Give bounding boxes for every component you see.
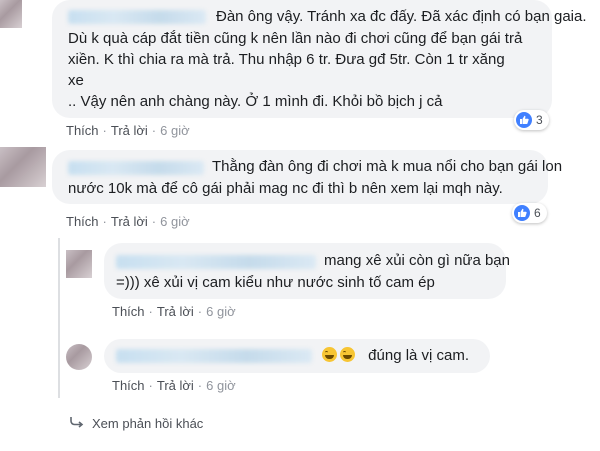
reply-actions: Thích · Trả lời · 6 giờ <box>112 304 236 319</box>
comment-bubble: Thằng đàn ông đi chơi mà k mua nổi cho b… <box>52 150 562 204</box>
reaction-count[interactable]: 3 <box>514 110 549 130</box>
timestamp[interactable]: 6 giờ <box>206 378 236 393</box>
reply-link[interactable]: Trả lời <box>111 123 148 138</box>
timestamp[interactable]: 6 giờ <box>160 214 190 229</box>
comment-text-line: Đàn ông vậy. Tránh xa đc đấy. Đã xác địn… <box>216 8 587 25</box>
reply-bubble: mang xê xủi còn gì nữa bạn =))) xê xủi v… <box>104 243 510 299</box>
comment-actions: Thích · Trả lời · 6 giờ <box>66 123 190 138</box>
reply-link[interactable]: Trả lời <box>157 378 194 393</box>
more-replies-link[interactable]: Xem phản hồi khác <box>70 416 203 431</box>
comment-text-line: Dù k quà cáp đắt tiền cũng k nên lần nào… <box>68 30 523 47</box>
reply-actions: Thích · Trả lời · 6 giờ <box>112 378 236 393</box>
commenter-name[interactable] <box>68 161 204 175</box>
commenter-name[interactable] <box>116 255 316 269</box>
reply-text-line: đúng là vị cam. <box>322 346 469 366</box>
comment-text-line: nước 10k mà để cô gái phải mag nc đi thì… <box>68 180 503 197</box>
reaction-number: 6 <box>534 206 541 220</box>
like-link[interactable]: Thích <box>66 123 99 138</box>
timestamp[interactable]: 6 giờ <box>160 123 190 138</box>
reply-link[interactable]: Trả lời <box>157 304 194 319</box>
timestamp[interactable]: 6 giờ <box>206 304 236 319</box>
reaction-count[interactable]: 6 <box>512 203 547 223</box>
comment-text-line: xe <box>68 72 84 89</box>
avatar[interactable] <box>66 344 92 370</box>
comment-text-line: Thằng đàn ông đi chơi mà k mua nổi cho b… <box>212 158 563 175</box>
comment-text-line: xiền. K thì chia ra mà trả. Thu nhập 6 t… <box>68 51 505 68</box>
avatar[interactable] <box>66 250 92 278</box>
thumbs-up-icon <box>516 112 532 128</box>
reply-arrow-icon <box>70 416 84 431</box>
comment-text-line: .. Vậy nên anh chàng này. Ở 1 mình đi. K… <box>68 93 443 110</box>
reply-link[interactable]: Trả lời <box>111 214 148 229</box>
like-link[interactable]: Thích <box>66 214 99 229</box>
reaction-number: 3 <box>536 113 543 127</box>
laughing-emoji-icon <box>322 347 337 362</box>
avatar[interactable] <box>0 147 46 187</box>
comment-bubble: Đàn ông vậy. Tránh xa đc đấy. Đã xác địn… <box>52 0 587 118</box>
thumbs-up-icon <box>514 205 530 221</box>
like-link[interactable]: Thích <box>112 304 145 319</box>
commenter-name[interactable] <box>116 349 312 363</box>
comment-actions: Thích · Trả lời · 6 giờ <box>66 214 190 229</box>
reply-text-line: mang xê xủi còn gì nữa bạn <box>324 252 510 269</box>
reply-text-line: =))) xê xủi vị cam kiểu như nước sinh tố… <box>116 274 435 291</box>
avatar[interactable] <box>0 0 22 28</box>
reply-text: đúng là vị cam. <box>368 347 470 364</box>
like-link[interactable]: Thích <box>112 378 145 393</box>
thread-line <box>58 238 60 398</box>
reply-bubble: đúng là vị cam. <box>104 339 490 373</box>
laughing-emoji-icon <box>340 347 355 362</box>
more-replies-label[interactable]: Xem phản hồi khác <box>92 416 203 431</box>
commenter-name[interactable] <box>68 10 206 24</box>
